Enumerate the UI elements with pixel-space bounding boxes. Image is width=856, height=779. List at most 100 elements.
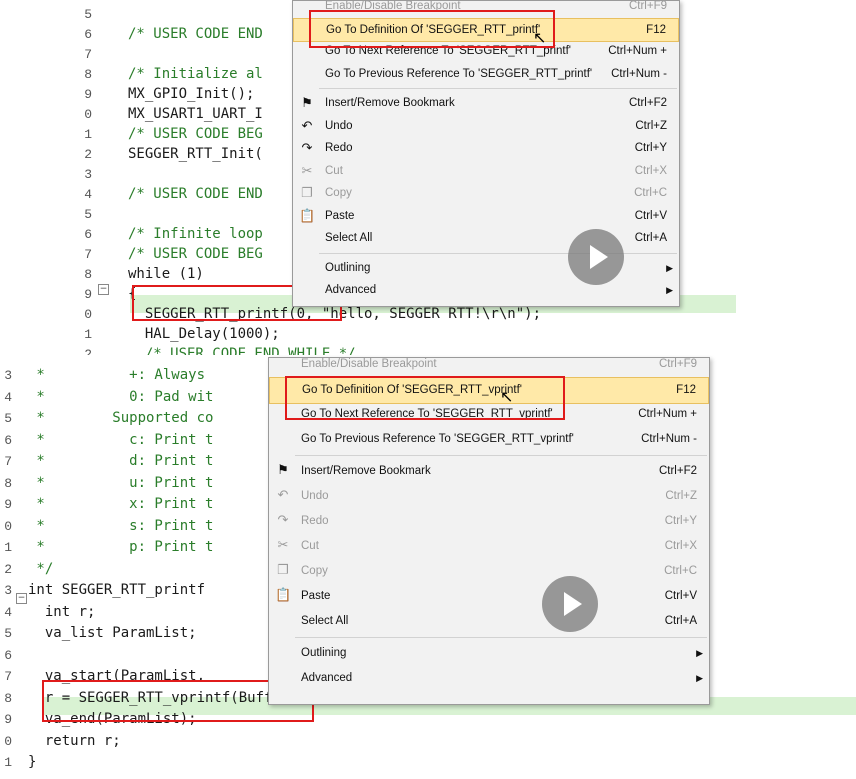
line-number: 6 [4, 647, 12, 663]
menu-item-paste[interactable]: 📋 Paste Ctrl+V [269, 584, 709, 609]
code-line[interactable]: 1 HAL_Delay(1000); [0, 324, 856, 345]
line-number: 7 [4, 669, 12, 684]
menu-item-label: Copy [301, 565, 328, 577]
menu-item-label: Undo [301, 490, 329, 502]
play-icon[interactable] [542, 576, 598, 632]
menu-item-insert-remove-bookmark[interactable]: ⚑ Insert/Remove Bookmark Ctrl+F2 [269, 459, 709, 484]
menu-item-label: Select All [301, 615, 349, 627]
menu-item-shortcut: Ctrl+Z [665, 490, 697, 502]
menu-item-shortcut: Ctrl+F2 [658, 465, 697, 477]
code-text: /* Infinite loop [128, 226, 263, 242]
paste-icon: 📋 [299, 207, 316, 223]
menu-item-shortcut: Ctrl+F9 [628, 0, 667, 12]
menu-item-enable-disable-breakpoint[interactable]: Enable/Disable Breakpoint Ctrl+F9 [269, 355, 709, 377]
code-line[interactable]: 2 /* USER CODE END WHILE */ [0, 344, 856, 355]
fold-collapse-icon[interactable]: − [16, 593, 27, 604]
code-text: SEGGER_RTT_Init( [128, 146, 263, 162]
submenu-arrow-icon: ▶ [696, 673, 703, 683]
menu-item-paste[interactable]: 📋 Paste Ctrl+V [293, 205, 679, 228]
menu-item-cut[interactable]: ✂ Cut Ctrl+X [293, 160, 679, 183]
menu-item-copy[interactable]: ❐ Copy Ctrl+C [293, 182, 679, 205]
line-number: 1 [84, 327, 92, 342]
bookmark-icon: ⚑ [301, 95, 313, 110]
code-text: */ [28, 560, 54, 577]
code-text: /* USER CODE BEG [128, 246, 263, 262]
mouse-cursor-icon: ↖ [500, 389, 514, 406]
menu-item-label: Redo [325, 142, 353, 154]
menu-item-shortcut: F12 [676, 384, 696, 396]
code-text: * u: Print t [28, 474, 214, 491]
line-number: 0 [4, 733, 12, 749]
undo-icon: ↶ [277, 487, 289, 502]
line-number: 3 [4, 583, 12, 598]
line-number: 4 [84, 187, 92, 202]
line-number: 6 [4, 432, 12, 448]
menu-item-shortcut: Ctrl+Num + [608, 45, 667, 57]
code-text: /* USER CODE BEG [128, 126, 263, 142]
line-number: 2 [84, 147, 92, 162]
line-number: 7 [84, 247, 92, 262]
menu-separator [295, 637, 707, 638]
menu-separator [295, 455, 707, 456]
line-number: 9 [84, 87, 92, 102]
code-text: /* USER CODE END WHILE */ [128, 346, 356, 355]
copy-icon: ❐ [301, 185, 313, 200]
undo-icon: ↶ [301, 117, 313, 133]
fold-collapse-icon[interactable]: − [98, 284, 109, 295]
bookmark-icon: ⚑ [277, 462, 289, 477]
code-text: /* USER CODE END [128, 186, 263, 202]
menu-item-go-to-previous-reference-to-segger-rtt-printf[interactable]: Go To Previous Reference To 'SEGGER_RTT_… [293, 63, 679, 86]
line-number: 8 [4, 690, 12, 706]
code-text: * c: Print t [28, 431, 214, 448]
code-line[interactable]: 0 SEGGER_RTT_printf(0, "hello, SEGGER RT… [0, 304, 856, 325]
menu-item-label: Cut [325, 164, 343, 177]
menu-item-label: Paste [301, 590, 331, 602]
code-text: * x: Print t [28, 496, 214, 512]
code-line[interactable]: 1} [0, 752, 856, 773]
menu-item-shortcut: Ctrl+V [664, 590, 697, 602]
menu-item-shortcut: Ctrl+A [664, 615, 697, 627]
menu-item-redo[interactable]: ↷ Redo Ctrl+Y [269, 509, 709, 534]
menu-item-shortcut: Ctrl+Num + [638, 408, 697, 420]
menu-item-copy[interactable]: ❐ Copy Ctrl+C [269, 559, 709, 584]
line-number: 3 [84, 167, 92, 182]
code-text: return r; [28, 732, 121, 749]
line-number: 9 [4, 712, 12, 727]
menu-item-redo[interactable]: ↷ Redo Ctrl+Y [293, 137, 679, 160]
menu-item-select-all[interactable]: Select All Ctrl+A [269, 609, 709, 634]
line-number: 8 [4, 475, 12, 491]
menu-item-label: Undo [325, 119, 353, 132]
menu-item-shortcut: F12 [646, 23, 666, 36]
cut-icon: ✂ [301, 162, 313, 178]
menu-item-undo[interactable]: ↶ Undo Ctrl+Z [269, 484, 709, 509]
line-number: 8 [84, 67, 92, 82]
code-text: int r; [28, 603, 96, 620]
line-number: 5 [84, 207, 92, 222]
menu-item-outlining[interactable]: Outlining ▶ [269, 641, 709, 666]
line-number: 4 [4, 389, 12, 405]
play-icon[interactable] [568, 229, 624, 285]
line-number: 7 [4, 454, 12, 469]
line-number: 9 [84, 287, 92, 302]
highlight-box-menu [309, 10, 555, 48]
menu-item-advanced[interactable]: Advanced ▶ [293, 279, 679, 302]
line-number: 1 [4, 755, 12, 770]
menu-item-label: Select All [325, 232, 373, 244]
submenu-arrow-icon: ▶ [696, 648, 703, 658]
line-number: 5 [4, 411, 12, 426]
menu-item-undo[interactable]: ↶ Undo Ctrl+Z [293, 115, 679, 138]
line-number: 1 [4, 540, 12, 555]
menu-item-cut[interactable]: ✂ Cut Ctrl+X [269, 534, 709, 559]
menu-item-label: Outlining [301, 647, 347, 659]
code-line[interactable]: 0 return r; [0, 731, 856, 752]
code-text: /* USER CODE END [128, 26, 263, 42]
line-number: 0 [4, 518, 12, 534]
menu-item-shortcut: Ctrl+Num - [611, 67, 667, 80]
paste-icon: 📋 [275, 587, 292, 602]
menu-item-insert-remove-bookmark[interactable]: ⚑ Insert/Remove Bookmark Ctrl+F2 [293, 92, 679, 115]
menu-item-go-to-previous-reference-to-segger-rtt-vprintf[interactable]: Go To Previous Reference To 'SEGGER_RTT_… [269, 427, 709, 452]
code-text: HAL_Delay(1000); [128, 326, 280, 342]
menu-item-label: Insert/Remove Bookmark [325, 97, 455, 109]
redo-icon: ↷ [277, 512, 289, 527]
menu-item-advanced[interactable]: Advanced ▶ [269, 666, 709, 691]
